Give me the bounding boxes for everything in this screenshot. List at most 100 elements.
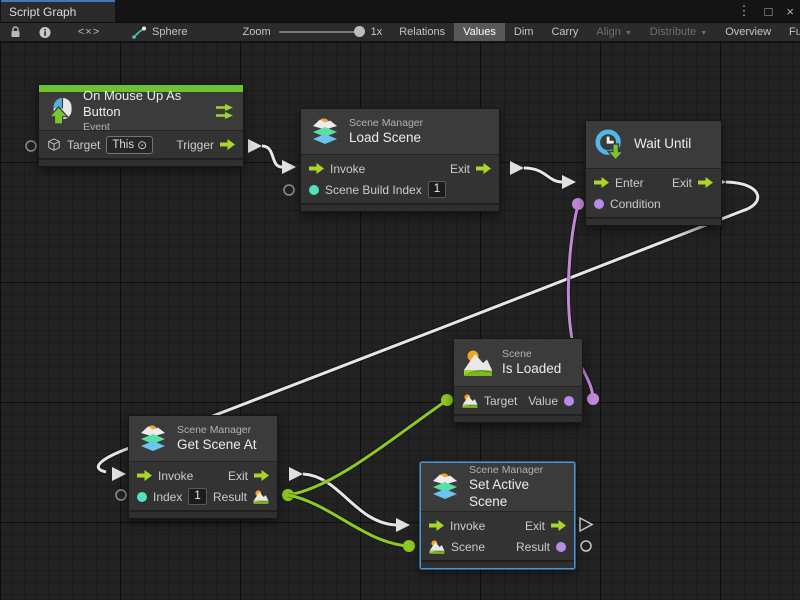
port-label-result: Result (516, 540, 550, 554)
wire-loadscene-to-waituntil[interactable] (510, 161, 576, 189)
flow-port-icon[interactable] (137, 470, 152, 481)
unconnected-port-exit[interactable] (580, 518, 592, 531)
fullscreen-button[interactable]: Full Screen (780, 23, 800, 41)
port-label-scene-build-index: Scene Build Index (325, 183, 422, 197)
graph-canvas[interactable]: On Mouse Up As Button Event Target (0, 42, 800, 600)
port-label-target: Target (67, 138, 100, 152)
node-title: Load Scene (349, 130, 489, 147)
scene-build-index-input[interactable]: 1 (428, 181, 446, 198)
zoom-slider[interactable] (279, 31, 363, 33)
node-is-loaded[interactable]: Scene Is Loaded Target Value (453, 338, 583, 423)
node-footer (129, 510, 277, 518)
node-title: Is Loaded (502, 361, 572, 378)
node-get-scene-at[interactable]: Scene Manager Get Scene At Invoke Exit (128, 415, 278, 519)
relations-button[interactable]: Relations (390, 23, 454, 41)
port-label-exit: Exit (450, 162, 470, 176)
carry-label: Carry (551, 26, 578, 38)
unity-script-graph-window: Script Graph ⋮ □ × <×> (0, 0, 800, 600)
node-footer (39, 158, 243, 166)
tab-title: Script Graph (9, 5, 76, 19)
distribute-dropdown[interactable]: Distribute ▼ (641, 23, 716, 41)
edit-graph-button[interactable]: <×> (60, 23, 118, 41)
unconnected-port-scenebuildindex[interactable] (284, 185, 294, 195)
port-label-exit: Exit (525, 519, 545, 533)
port-label-result: Result (213, 490, 247, 504)
flow-port-icon[interactable] (551, 520, 566, 531)
carry-button[interactable]: Carry (542, 23, 587, 41)
flow-port-icon[interactable] (476, 163, 491, 174)
bool-port-icon[interactable] (594, 199, 604, 209)
node-footer (301, 203, 499, 211)
align-dropdown[interactable]: Align ▼ (587, 23, 640, 41)
object-picker-icon: ⊙ (137, 137, 147, 153)
mouse-icon (48, 97, 74, 125)
flow-port-icon[interactable] (698, 177, 713, 188)
wire-result-to-setactivescene[interactable] (288, 495, 415, 552)
index-input[interactable]: 1 (188, 488, 206, 505)
info-button[interactable] (30, 23, 60, 41)
node-on-mouse-up-as-button[interactable]: On Mouse Up As Button Event Target (38, 84, 244, 167)
port-label-exit: Exit (672, 176, 692, 190)
window-tab-bar: Script Graph ⋮ □ × (0, 0, 800, 22)
values-button[interactable]: Values (454, 23, 505, 41)
info-icon (39, 26, 51, 39)
scene-port-icon[interactable] (429, 539, 445, 555)
flow-port-icon[interactable] (254, 470, 269, 481)
scene-manager-icon (310, 116, 340, 148)
dim-button[interactable]: Dim (505, 23, 543, 41)
bool-port-icon[interactable] (564, 396, 574, 406)
scene-manager-icon (138, 423, 168, 455)
node-title: Wait Until (634, 136, 711, 153)
node-footer (586, 217, 721, 225)
scene-manager-icon (430, 471, 460, 503)
scene-result-port-icon[interactable] (556, 542, 566, 552)
graph-owner-label: Sphere (152, 26, 187, 38)
cube-icon (47, 138, 61, 152)
node-title: On Mouse Up As Button (83, 88, 207, 121)
graph-toolbar: <×> Sphere Zoom 1x Relations Values Dim … (0, 22, 800, 42)
unconnected-port-target[interactable] (26, 141, 36, 151)
flow-port-icon[interactable] (309, 163, 324, 174)
port-label-invoke: Invoke (330, 162, 365, 176)
port-label-trigger: Trigger (176, 138, 214, 152)
maximize-icon[interactable]: □ (765, 4, 773, 19)
distribute-label: Distribute (650, 26, 696, 38)
overview-button[interactable]: Overview (716, 23, 780, 41)
node-footer (421, 560, 574, 568)
int-port-icon[interactable] (137, 492, 147, 502)
unconnected-port-result[interactable] (581, 541, 591, 551)
zoom-slider-handle[interactable] (354, 26, 365, 37)
target-self-picker[interactable]: This ⊙ (106, 136, 153, 154)
wire-getsceneat-to-setactivescene[interactable] (289, 467, 410, 532)
lock-button[interactable] (0, 23, 30, 41)
dim-label: Dim (514, 26, 534, 38)
coroutine-double-arrow-icon (216, 104, 233, 119)
port-label-target: Target (484, 394, 517, 408)
node-subtitle: Event (83, 121, 207, 134)
node-title: Set Active Scene (469, 477, 564, 511)
graph-owner-breadcrumb[interactable]: Sphere (118, 23, 196, 41)
node-load-scene[interactable]: Scene Manager Load Scene Invoke Exit (300, 108, 500, 212)
relations-label: Relations (399, 26, 445, 38)
node-set-active-scene[interactable]: Scene Manager Set Active Scene Invoke Ex… (420, 462, 575, 569)
port-label-exit: Exit (228, 469, 248, 483)
node-wait-until[interactable]: Wait Until Enter Exit (585, 120, 722, 226)
close-icon[interactable]: × (786, 4, 794, 19)
tab-script-graph[interactable]: Script Graph (1, 0, 115, 22)
wire-trigger-to-loadscene[interactable] (248, 139, 296, 174)
scene-port-icon[interactable] (462, 393, 478, 409)
flow-port-icon[interactable] (594, 177, 609, 188)
flow-port-icon[interactable] (220, 139, 235, 150)
port-label-value: Value (528, 394, 558, 408)
lock-icon (10, 26, 21, 38)
port-label-invoke: Invoke (158, 469, 193, 483)
int-port-icon[interactable] (309, 185, 319, 195)
unconnected-port-index[interactable] (116, 490, 126, 500)
node-footer (454, 414, 582, 422)
flow-port-icon[interactable] (429, 520, 444, 531)
port-label-scene: Scene (451, 540, 485, 554)
node-kicker: Scene Manager (177, 424, 267, 437)
scene-port-icon[interactable] (253, 489, 269, 505)
window-menu-icon[interactable]: ⋮ (738, 3, 751, 19)
align-label: Align (596, 26, 620, 38)
